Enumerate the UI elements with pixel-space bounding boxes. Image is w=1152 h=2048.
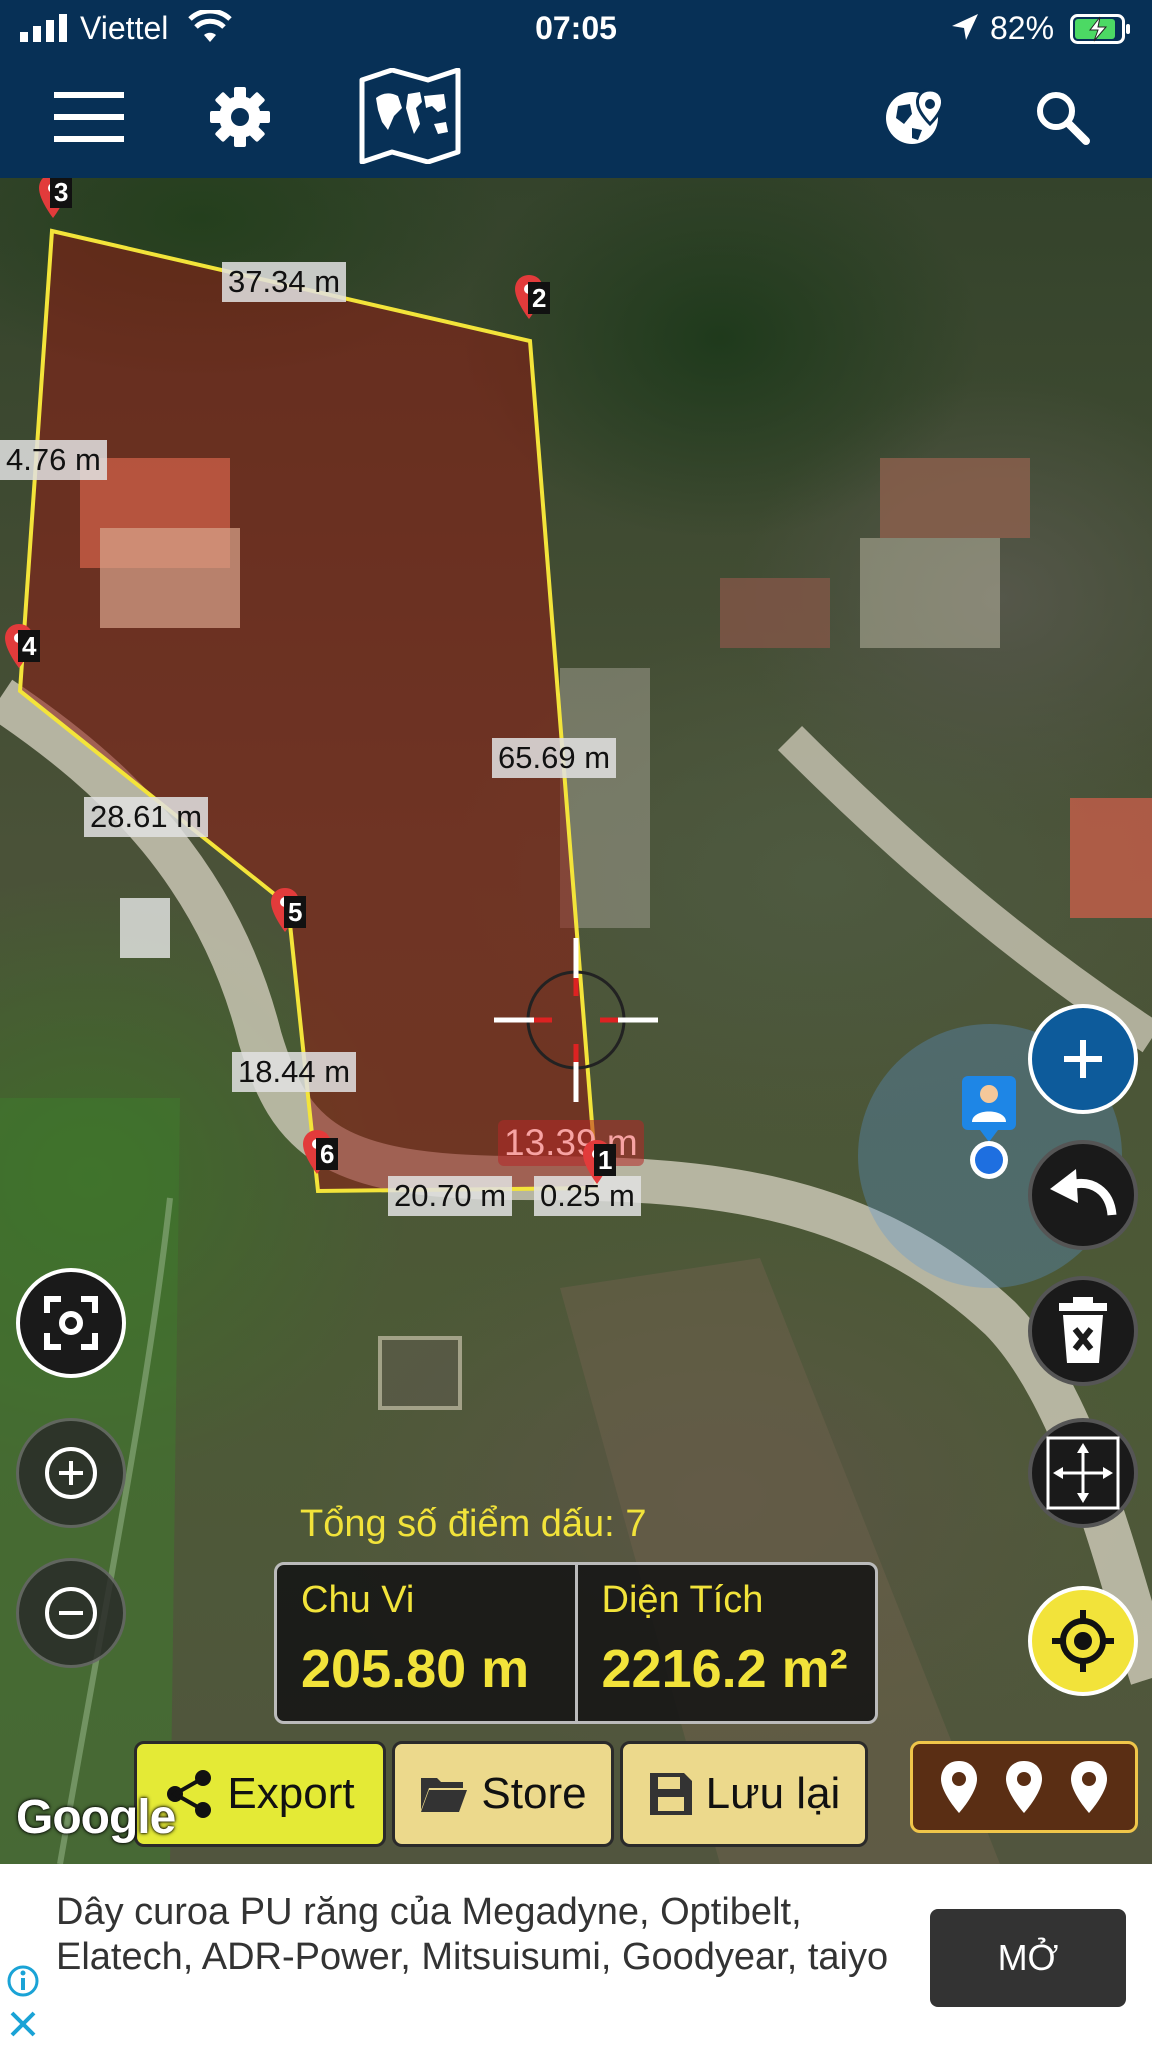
zoom-in-icon (45, 1447, 97, 1499)
save-button[interactable]: Lưu lại (620, 1741, 868, 1847)
pin-number: 5 (284, 896, 307, 928)
pin-number: 4 (18, 630, 41, 662)
distance-label: 18.44 m (232, 1052, 357, 1092)
total-points: Tổng số điểm dấu: 7 (300, 1503, 646, 1546)
battery-charging-icon (1070, 14, 1130, 44)
undo-button[interactable] (1028, 1140, 1138, 1250)
perimeter-cell: Chu Vi 205.80 m (277, 1565, 575, 1721)
ad-banner[interactable]: Dây curoa PU răng của Megadyne, Optibelt… (0, 1864, 1152, 2048)
pin-number: 3 (50, 178, 73, 208)
info-icon[interactable] (6, 1964, 40, 1998)
status-bar: Viettel 07:05 82% (0, 0, 1152, 58)
zoom-out-icon (45, 1587, 97, 1639)
top-bar: Viettel 07:05 82% (0, 0, 1152, 178)
pin-number: 1 (594, 1144, 617, 1176)
ad-text: Dây curoa PU răng của Megadyne, Optibelt… (56, 1891, 889, 1978)
my-location-button[interactable] (1028, 1586, 1138, 1696)
target-icon (1052, 1610, 1114, 1672)
battery-percent: 82% (990, 10, 1055, 46)
trash-icon (1059, 1297, 1107, 1363)
store-button[interactable]: Store (392, 1741, 614, 1847)
store-label: Store (481, 1769, 587, 1818)
globe-location-button[interactable] (880, 82, 950, 152)
export-label: Export (227, 1769, 355, 1818)
expand-arrows-icon (1046, 1436, 1120, 1510)
pin-number: 6 (316, 1138, 339, 1170)
ad-open-button[interactable]: MỞ (930, 1909, 1126, 2007)
location-arrow-icon (952, 14, 978, 40)
zoom-out-button[interactable] (16, 1558, 126, 1668)
app: Viettel 07:05 82% 37.34 m 4.76 m 65.69 m… (0, 0, 1152, 2048)
user-location-icon (962, 1076, 1016, 1179)
satellite-map[interactable]: 37.34 m 4.76 m 65.69 m 28.61 m 18.44 m 1… (0, 178, 1152, 1864)
search-button[interactable] (1032, 82, 1092, 152)
total-points-label: Tổng số điểm dấu: (300, 1503, 615, 1545)
fit-bounds-button[interactable] (1028, 1418, 1138, 1528)
distance-label: 65.69 m (492, 738, 617, 778)
plus-icon (1064, 1040, 1102, 1078)
measurement-panel: Chu Vi 205.80 m Diện Tích 2216.2 m² (274, 1562, 878, 1724)
settings-button[interactable] (208, 82, 272, 152)
folder-icon (421, 1778, 468, 1812)
perimeter-label: Chu Vi (301, 1579, 415, 1621)
gear-icon (210, 87, 270, 147)
perimeter-value: 205.80 m (301, 1639, 530, 1699)
google-attribution: Google (16, 1791, 176, 1844)
close-icon[interactable] (8, 2009, 38, 2039)
zoom-in-button[interactable] (16, 1418, 126, 1528)
distance-label: 20.70 m (388, 1176, 513, 1216)
distance-label: 28.61 m (84, 797, 209, 837)
live-distance-label: 13.39 m (498, 1120, 644, 1166)
point-mode-button[interactable] (910, 1741, 1138, 1833)
marker-icon (1070, 1761, 1107, 1813)
area-label: Diện Tích (601, 1579, 764, 1621)
delete-button[interactable] (1028, 1276, 1138, 1386)
capture-button[interactable] (16, 1268, 126, 1378)
search-icon (1037, 92, 1090, 145)
menu-icon (54, 92, 124, 142)
marker-icon (941, 1761, 978, 1813)
world-map-icon (359, 68, 461, 164)
area-cell: Diện Tích 2216.2 m² (574, 1565, 876, 1721)
distance-label: 4.76 m (0, 440, 107, 480)
distance-label: 37.34 m (222, 262, 347, 302)
globe-pin-icon (886, 88, 944, 144)
area-value: 2216.2 m² (601, 1639, 848, 1699)
pin-number: 2 (528, 282, 551, 314)
floppy-disk-icon (649, 1773, 692, 1815)
menu-button[interactable] (52, 82, 126, 152)
undo-icon (1050, 1169, 1117, 1216)
save-label: Lưu lại (705, 1769, 841, 1818)
marker-icon (1005, 1761, 1042, 1813)
total-points-count: 7 (625, 1503, 647, 1545)
focus-frame-icon (44, 1296, 98, 1350)
map-type-button[interactable] (356, 66, 464, 166)
add-point-button[interactable] (1028, 1004, 1138, 1114)
